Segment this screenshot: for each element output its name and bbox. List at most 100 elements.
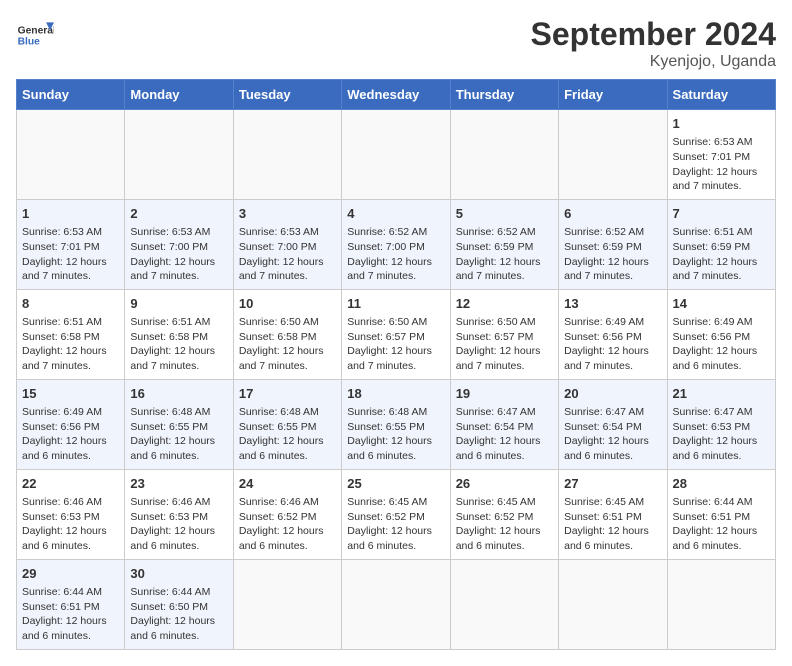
- sunset-text: Sunset: 6:59 PM: [564, 241, 642, 253]
- day-number: 10: [239, 295, 336, 313]
- sunrise-text: Sunrise: 6:49 AM: [673, 316, 753, 328]
- daylight-text: Daylight: 12 hours and 6 minutes.: [456, 435, 541, 462]
- calendar-cell: 7 Sunrise: 6:51 AM Sunset: 6:59 PM Daylight…: [667, 199, 775, 289]
- svg-text:Blue: Blue: [18, 37, 41, 48]
- calendar-cell: 13Sunrise: 6:49 AMSunset: 6:56 PMDayligh…: [559, 289, 667, 379]
- sunrise-text: Sunrise: 6:48 AM: [239, 406, 319, 418]
- day-number: 14: [673, 295, 770, 313]
- calendar-table: Sunday Monday Tuesday Wednesday Thursday…: [16, 79, 776, 650]
- daylight-text: Daylight: 12 hours and 6 minutes.: [22, 615, 107, 642]
- sunrise-text: Sunrise: 6:53 AM: [673, 136, 753, 148]
- daylight-text: Daylight: 12 hours and 6 minutes.: [22, 435, 107, 462]
- calendar-cell: 5Sunrise: 6:52 AMSunset: 6:59 PMDaylight…: [450, 199, 558, 289]
- daylight-text: Daylight: 12 hours and 6 minutes.: [673, 345, 758, 372]
- daylight-text: Daylight: 12 hours and 6 minutes.: [673, 435, 758, 462]
- calendar-cell: 2Sunrise: 6:53 AMSunset: 7:00 PMDaylight…: [125, 199, 233, 289]
- daylight-text: Daylight: 12 hours and 6 minutes.: [130, 435, 215, 462]
- calendar-cell: 26Sunrise: 6:45 AMSunset: 6:52 PMDayligh…: [450, 469, 558, 559]
- sunrise-text: Sunrise: 6:50 AM: [239, 316, 319, 328]
- col-saturday: Saturday: [667, 80, 775, 110]
- sunset-text: Sunset: 6:53 PM: [22, 511, 100, 523]
- day-number: 7: [673, 205, 770, 223]
- calendar-cell: 22Sunrise: 6:46 AMSunset: 6:53 PMDayligh…: [17, 469, 125, 559]
- sunset-text: Sunset: 6:50 PM: [130, 601, 208, 613]
- sunset-text: Sunset: 7:01 PM: [22, 241, 100, 253]
- day-number: 15: [22, 385, 119, 403]
- daylight-text: Daylight: 12 hours and 7 minutes.: [673, 166, 758, 193]
- calendar-row: 1Sunrise: 6:53 AMSunset: 7:01 PMDaylight…: [17, 110, 776, 200]
- daylight-text: Daylight: 12 hours and 7 minutes.: [347, 345, 432, 372]
- sunset-text: Sunset: 7:00 PM: [130, 241, 208, 253]
- sunset-text: Sunset: 6:58 PM: [22, 331, 100, 343]
- calendar-cell: 10Sunrise: 6:50 AMSunset: 6:58 PMDayligh…: [233, 289, 341, 379]
- sunset-text: Sunset: 6:54 PM: [564, 421, 642, 433]
- sunrise-text: Sunrise: 6:47 AM: [673, 406, 753, 418]
- calendar-cell: [233, 559, 341, 649]
- day-number: 27: [564, 475, 661, 493]
- day-number: 2: [130, 205, 227, 223]
- daylight-text: Daylight: 12 hours and 6 minutes.: [130, 615, 215, 642]
- calendar-cell: 1Sunrise: 6:53 AMSunset: 7:01 PMDaylight…: [17, 199, 125, 289]
- day-number: 21: [673, 385, 770, 403]
- sunset-text: Sunset: 6:58 PM: [239, 331, 317, 343]
- calendar-cell: 6Sunrise: 6:52 AMSunset: 6:59 PMDaylight…: [559, 199, 667, 289]
- calendar-title: September 2024: [531, 16, 776, 53]
- calendar-cell: 20Sunrise: 6:47 AMSunset: 6:54 PMDayligh…: [559, 379, 667, 469]
- daylight-text: Daylight: 12 hours and 7 minutes.: [130, 256, 215, 283]
- calendar-cell: 1Sunrise: 6:53 AMSunset: 7:01 PMDaylight…: [667, 110, 775, 200]
- daylight-text: Daylight: 12 hours and 7 minutes.: [564, 345, 649, 372]
- sunset-text: Sunset: 6:52 PM: [347, 511, 425, 523]
- sunrise-text: Sunrise: 6:45 AM: [456, 496, 536, 508]
- day-number: 19: [456, 385, 553, 403]
- calendar-cell: 30Sunrise: 6:44 AMSunset: 6:50 PMDayligh…: [125, 559, 233, 649]
- sunrise-text: Sunrise: 6:44 AM: [673, 496, 753, 508]
- calendar-cell: [559, 110, 667, 200]
- calendar-cell: 4Sunrise: 6:52 AMSunset: 7:00 PMDaylight…: [342, 199, 450, 289]
- daylight-text: Daylight: 12 hours and 7 minutes.: [673, 256, 758, 283]
- calendar-cell: 27Sunrise: 6:45 AMSunset: 6:51 PMDayligh…: [559, 469, 667, 559]
- sunrise-text: Sunrise: 6:53 AM: [22, 226, 102, 238]
- day-number: 5: [456, 205, 553, 223]
- day-number: 16: [130, 385, 227, 403]
- sunset-text: Sunset: 6:57 PM: [456, 331, 534, 343]
- daylight-text: Daylight: 12 hours and 7 minutes.: [130, 345, 215, 372]
- day-number: 22: [22, 475, 119, 493]
- day-number: 26: [456, 475, 553, 493]
- calendar-cell: [450, 110, 558, 200]
- calendar-body: 1Sunrise: 6:53 AMSunset: 7:01 PMDaylight…: [17, 110, 776, 650]
- sunset-text: Sunset: 6:55 PM: [347, 421, 425, 433]
- day-number: 20: [564, 385, 661, 403]
- calendar-cell: 24Sunrise: 6:46 AMSunset: 6:52 PMDayligh…: [233, 469, 341, 559]
- day-number: 28: [673, 475, 770, 493]
- day-number: 29: [22, 565, 119, 583]
- page-header: General Blue September 2024 Kyenjojo, Ug…: [16, 16, 776, 71]
- calendar-cell: 25Sunrise: 6:45 AMSunset: 6:52 PMDayligh…: [342, 469, 450, 559]
- sunrise-text: Sunrise: 6:50 AM: [456, 316, 536, 328]
- calendar-cell: 21 Sunrise: 6:47 AM Sunset: 6:53 PM Dayligh…: [667, 379, 775, 469]
- sunrise-text: Sunrise: 6:51 AM: [673, 226, 753, 238]
- day-number: 17: [239, 385, 336, 403]
- sunset-text: Sunset: 6:52 PM: [456, 511, 534, 523]
- calendar-row: 22Sunrise: 6:46 AMSunset: 6:53 PMDayligh…: [17, 469, 776, 559]
- daylight-text: Daylight: 12 hours and 6 minutes.: [564, 525, 649, 552]
- daylight-text: Daylight: 12 hours and 7 minutes.: [22, 256, 107, 283]
- sunset-text: Sunset: 6:53 PM: [130, 511, 208, 523]
- calendar-cell: [342, 559, 450, 649]
- sunset-text: Sunset: 6:53 PM: [673, 421, 751, 433]
- calendar-cell: [559, 559, 667, 649]
- day-number: 9: [130, 295, 227, 313]
- calendar-cell: [125, 110, 233, 200]
- daylight-text: Daylight: 12 hours and 7 minutes.: [456, 345, 541, 372]
- day-number: 23: [130, 475, 227, 493]
- sunset-text: Sunset: 6:56 PM: [673, 331, 751, 343]
- sunset-text: Sunset: 6:59 PM: [673, 241, 751, 253]
- sunrise-text: Sunrise: 6:45 AM: [564, 496, 644, 508]
- sunrise-text: Sunrise: 6:52 AM: [564, 226, 644, 238]
- sunrise-text: Sunrise: 6:52 AM: [456, 226, 536, 238]
- daylight-text: Daylight: 12 hours and 7 minutes.: [347, 256, 432, 283]
- daylight-text: Daylight: 12 hours and 7 minutes.: [239, 256, 324, 283]
- sunrise-text: Sunrise: 6:48 AM: [347, 406, 427, 418]
- sunrise-text: Sunrise: 6:49 AM: [564, 316, 644, 328]
- sunset-text: Sunset: 6:55 PM: [130, 421, 208, 433]
- col-tuesday: Tuesday: [233, 80, 341, 110]
